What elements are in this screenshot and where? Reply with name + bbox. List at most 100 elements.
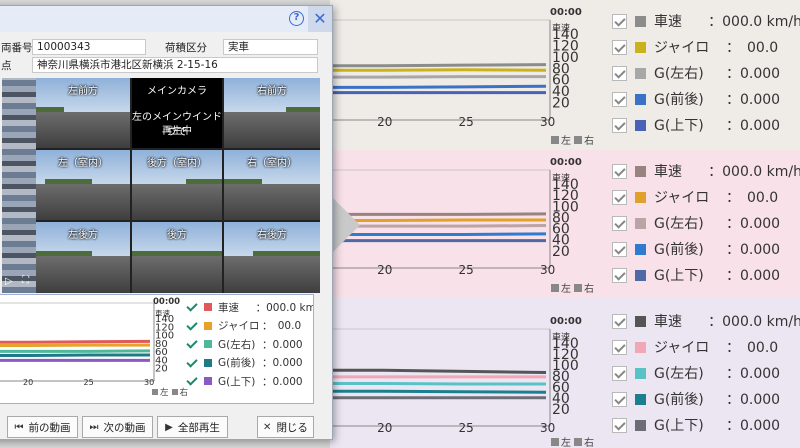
camera-front-right[interactable]: 右前方 xyxy=(224,78,320,148)
legend-item-gyro: ジャイロ ： 00.0 xyxy=(612,184,800,210)
legend-checkbox[interactable] xyxy=(612,267,627,283)
camera-label: 後方 xyxy=(167,230,187,241)
close-icon[interactable]: ✕ xyxy=(308,6,332,32)
legend-value: ：0.000 xyxy=(262,375,303,388)
legend-checkbox[interactable] xyxy=(612,117,627,133)
lr-legend: 左右 xyxy=(548,280,594,295)
series-line xyxy=(330,224,547,228)
legend-checkbox[interactable] xyxy=(612,65,627,81)
camera-rear-right[interactable]: 右後方 xyxy=(224,222,320,293)
time-label: 00:00 xyxy=(550,7,582,18)
dialog-titlebar[interactable]: ? ✕ xyxy=(0,6,332,32)
legend-swatch xyxy=(635,191,646,203)
legend-label: G(前後) xyxy=(654,392,704,408)
legend-item-g_lr: G(左右) ：0.000 xyxy=(612,60,800,86)
legend-label: G(前後) xyxy=(218,357,256,370)
legend-checkbox[interactable] xyxy=(186,320,198,332)
legend-label: G(左右) xyxy=(654,66,704,82)
legend-label: 車速 xyxy=(654,164,682,180)
x-tick-label: 25 xyxy=(459,263,474,277)
series-line xyxy=(330,75,546,79)
legend-item-g_lr: G(左右) ：0.000 xyxy=(186,335,313,354)
chart-area: 00:00 車速 140 120 100 80 60 40 20 20 25 30 左右 xyxy=(330,298,600,448)
series-line xyxy=(330,232,547,236)
play-icon[interactable]: ▷ xyxy=(5,276,13,287)
y-tick-label: 20 xyxy=(552,96,570,112)
x-tick-label: 20 xyxy=(377,421,392,435)
legend-value: ：0.000 xyxy=(726,66,781,82)
x-tick-label: 25 xyxy=(459,421,474,435)
legend-checkbox[interactable] xyxy=(612,13,627,29)
chart-panel-2: 00:00 車速 140 120 100 80 60 40 20 20 25 30 左右 車速 ：0… xyxy=(330,150,800,298)
legend-checkbox[interactable] xyxy=(612,365,627,381)
camera-label: 左前方 xyxy=(68,86,98,97)
legend-checkbox[interactable] xyxy=(186,357,198,369)
x-tick-label: 20 xyxy=(377,263,392,277)
play-all-icon: ▶ xyxy=(165,421,173,433)
camera-rear[interactable]: 後方 xyxy=(132,222,222,293)
legend-label: G(前後) xyxy=(654,92,704,108)
legend-checkbox[interactable] xyxy=(612,313,627,329)
camera-main[interactable]: メインカメラ 左のメインウインドウで 再生中 xyxy=(132,78,222,148)
legend-swatch xyxy=(204,377,212,386)
legend-checkbox[interactable] xyxy=(612,417,627,433)
legend-swatch xyxy=(635,269,646,281)
legend-checkbox[interactable] xyxy=(612,91,627,107)
fullscreen-icon[interactable]: ⛶ xyxy=(22,275,29,286)
series-line xyxy=(330,63,547,68)
camera-label: 右後方 xyxy=(257,230,287,241)
legend-item-speed: 車速 ：000.0 km/h xyxy=(612,8,800,34)
legend-label: G(左右) xyxy=(654,216,704,232)
legend-value: ：0.000 xyxy=(726,392,781,408)
legend-checkbox[interactable] xyxy=(186,375,198,387)
legend-checkbox[interactable] xyxy=(186,301,198,313)
x-tick-label: 25 xyxy=(459,115,474,129)
legend-checkbox[interactable] xyxy=(612,241,627,257)
close-button[interactable]: ✕ 閉じる xyxy=(257,416,314,438)
legend-item-g_lr: G(左右) ：0.000 xyxy=(612,360,800,386)
legend-item-g_lr: G(左右) ：0.000 xyxy=(612,210,800,236)
legend-value: ： 00.0 xyxy=(726,190,779,206)
legend-label: 車速 xyxy=(218,301,239,314)
speed-axis-label: 車速 xyxy=(552,24,571,34)
main-video-preview[interactable] xyxy=(2,78,36,293)
camera-front-left[interactable]: 左前方 xyxy=(36,78,130,148)
vehicle-number-field: 10000343 xyxy=(32,39,146,55)
legend-value: ：0.000 xyxy=(726,118,781,134)
lr-legend: 左右 xyxy=(548,434,594,448)
legend-checkbox[interactable] xyxy=(612,39,627,55)
camera-right-interior[interactable]: 右（室内） xyxy=(224,150,320,220)
legend-value: ：0.000 xyxy=(726,268,781,284)
y-tick-label: 20 xyxy=(552,402,570,418)
legend-checkbox[interactable] xyxy=(612,163,627,179)
legend-value: ：000.0 km/h xyxy=(708,14,800,30)
legend-checkbox[interactable] xyxy=(612,391,627,407)
legend: 車速 ：000.0 km/h ジャイロ ： 00.0 G(左右) ：0.000 G(前後) ：… xyxy=(612,308,800,438)
y-tick-label: 20 xyxy=(155,364,168,375)
legend-checkbox[interactable] xyxy=(186,338,198,350)
camera-rear-interior[interactable]: 後方（室内） xyxy=(132,150,222,220)
next-video-button[interactable]: ⏭ 次の動画 xyxy=(82,416,153,438)
dialog-chart-panel: 00:00 車速 140 120 100 80 60 40 20 20 25 30 左右 車速 ：0… xyxy=(0,294,314,404)
legend: 車速 ：000.0 km/h ジャイロ ： 00.0 G(左右) ：0.000 G(前後) ：… xyxy=(612,8,800,138)
play-all-button[interactable]: ▶ 全部再生 xyxy=(157,416,228,438)
video-dialog: ? ✕ 両番号 10000343 荷積区分 実車 点 神奈川県横浜市港北区新横浜… xyxy=(0,5,333,440)
legend-checkbox[interactable] xyxy=(612,215,627,231)
help-icon[interactable]: ? xyxy=(289,11,304,26)
legend-item-speed: 車速 ：000.0 km/h xyxy=(612,308,800,334)
series-line xyxy=(330,218,546,223)
x-tick-label: 30 xyxy=(540,263,555,277)
camera-label: 後方（室内） xyxy=(147,158,207,169)
prev-video-button[interactable]: ⏮ 前の動画 xyxy=(7,416,78,438)
legend-checkbox[interactable] xyxy=(612,189,627,205)
cargo-type-field: 実車 xyxy=(223,39,318,55)
camera-left-interior[interactable]: 左（室内） xyxy=(36,150,130,220)
y-tick-label: 20 xyxy=(552,244,570,260)
legend-value: ：000.0 km/h xyxy=(708,314,800,330)
legend-checkbox[interactable] xyxy=(612,339,627,355)
legend-swatch xyxy=(635,217,646,229)
camera-rear-left[interactable]: 左後方 xyxy=(36,222,130,293)
x-tick-label: 30 xyxy=(540,421,555,435)
series-line xyxy=(330,382,546,386)
time-label: 00:00 xyxy=(153,297,181,307)
